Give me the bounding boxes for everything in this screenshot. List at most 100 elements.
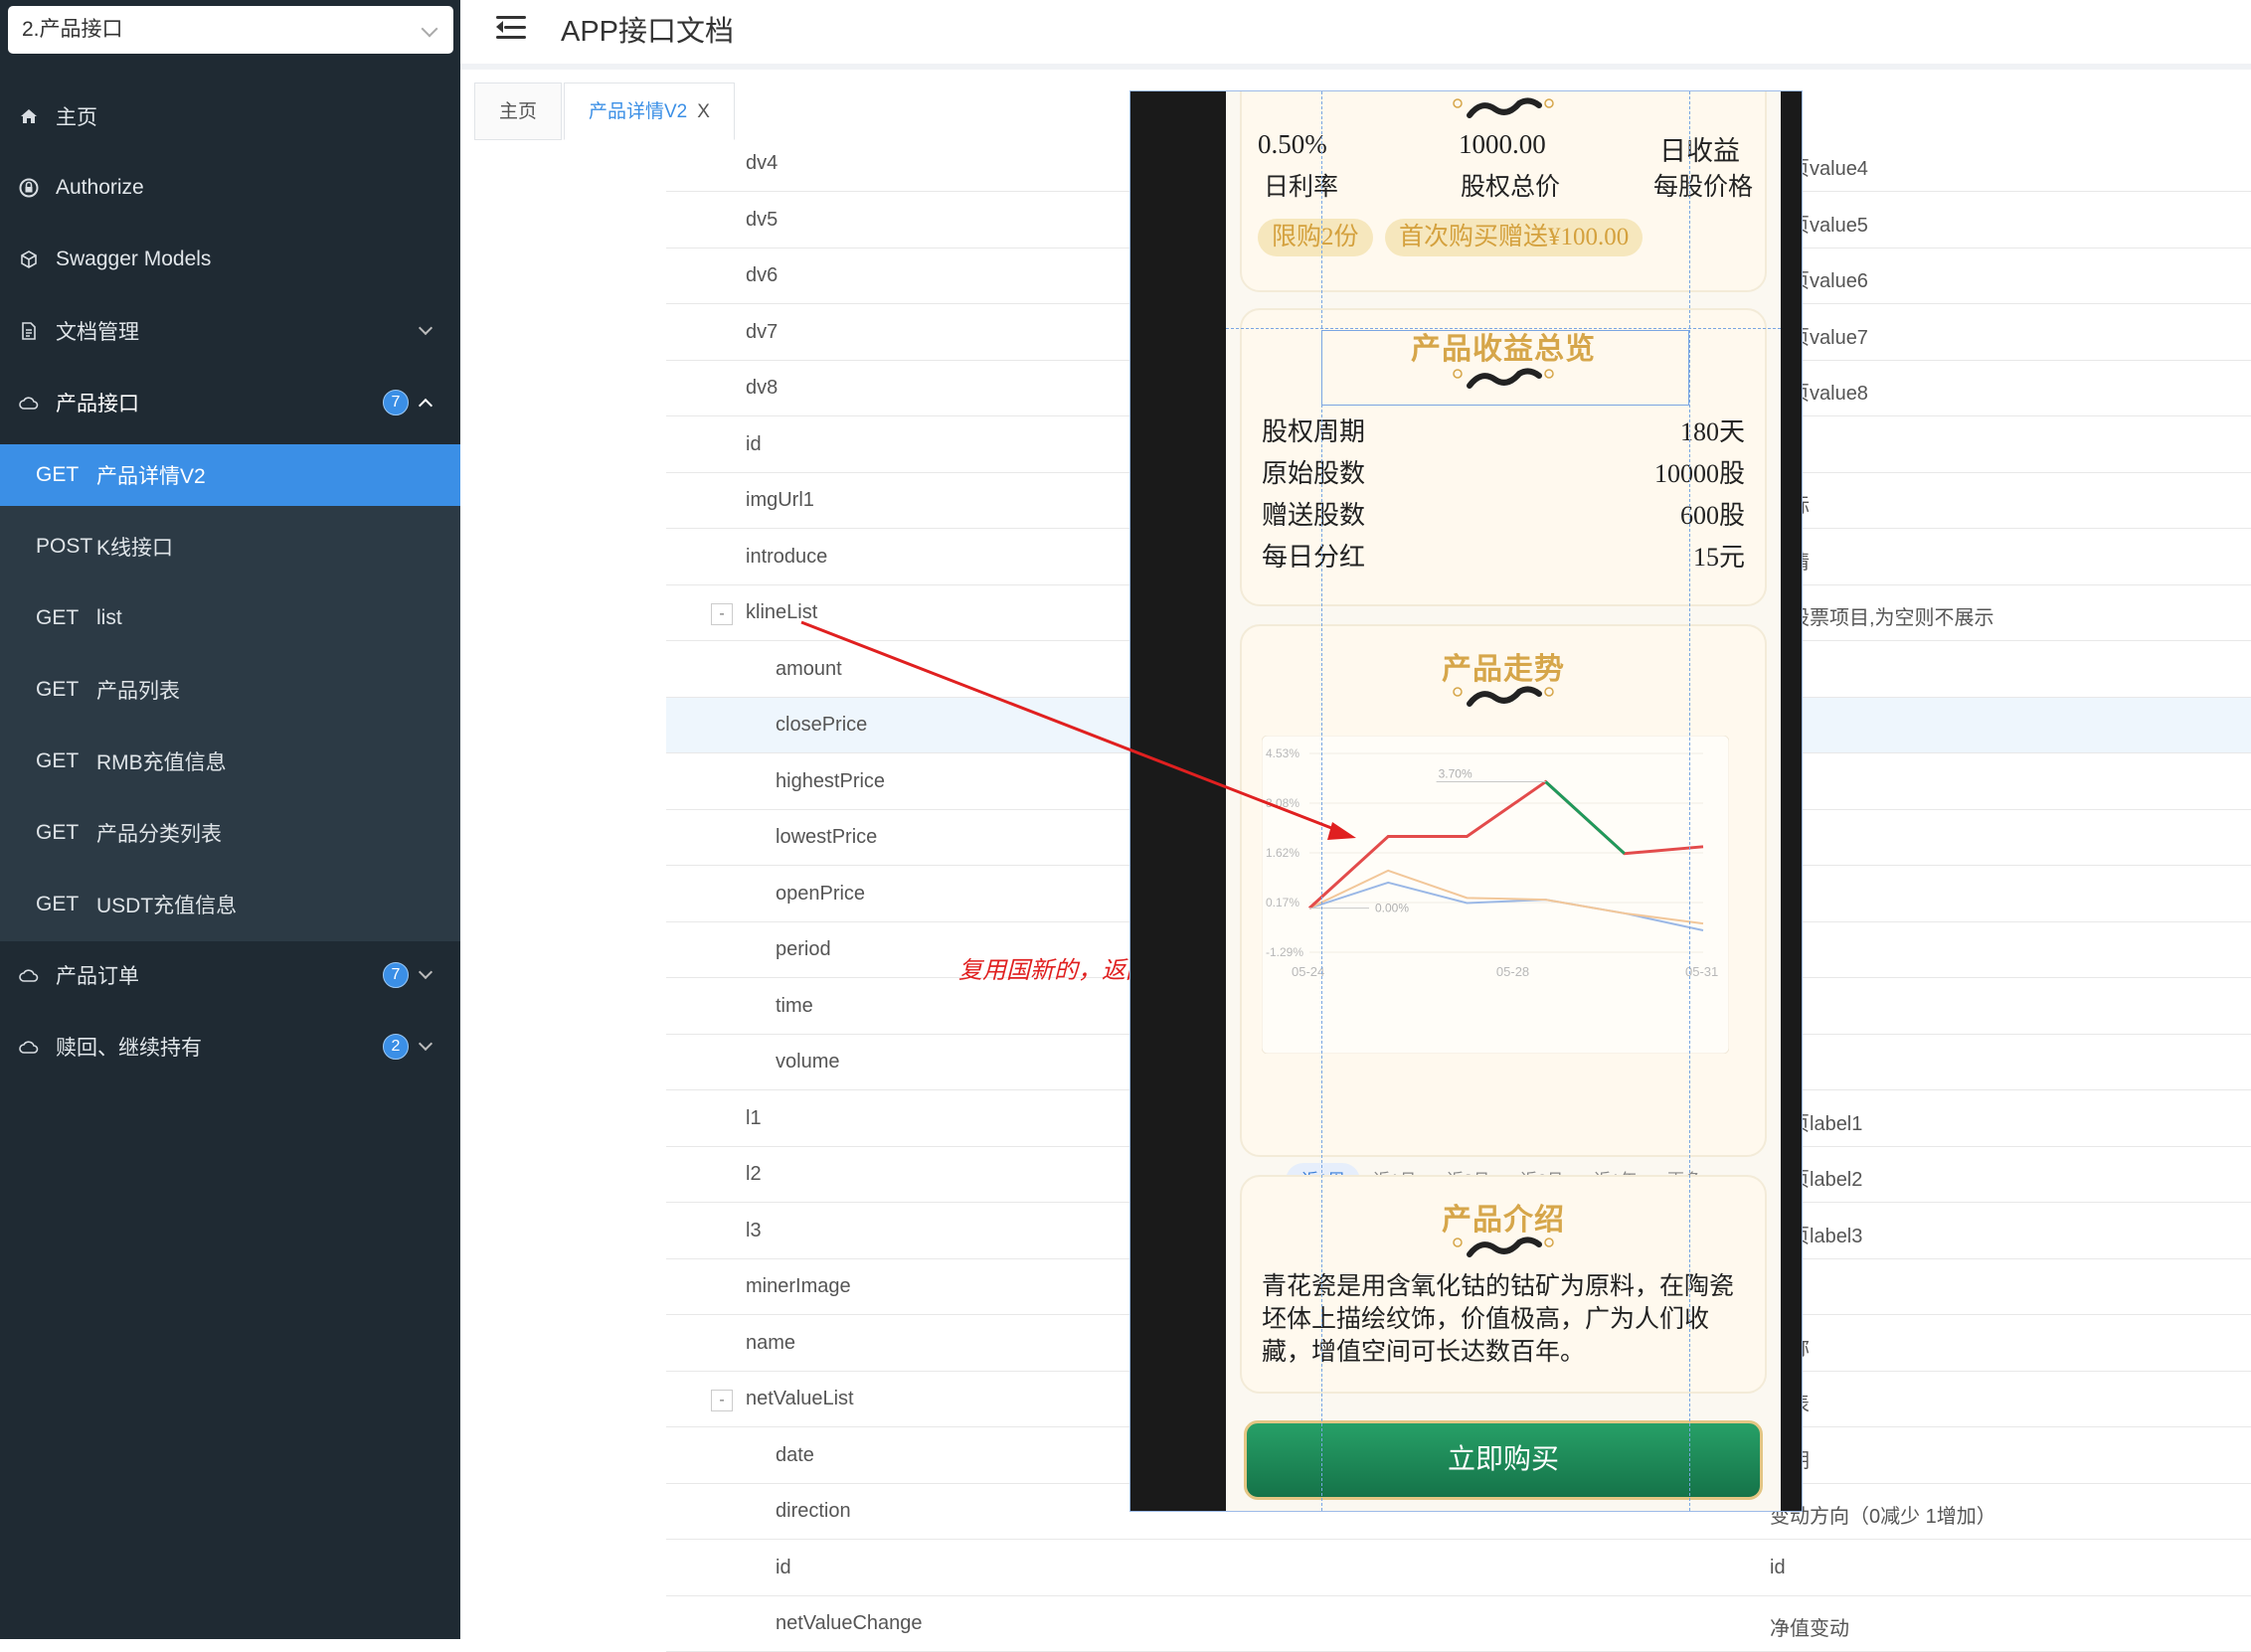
sidebar-item-home[interactable]: 主页 <box>0 81 460 152</box>
endpoint-list[interactable]: GET list <box>0 587 460 649</box>
y-tick-label: 1.62% <box>1266 846 1299 860</box>
group-select-value: 2.产品接口 <box>22 18 123 41</box>
endpoint-product-list[interactable]: GET 产品列表 <box>0 659 460 721</box>
page-title: APP接口文档 <box>561 16 735 48</box>
chevron-down-icon <box>418 964 433 980</box>
y-tick-label: 3.08% <box>1266 796 1299 810</box>
endpoint-rmb-recharge[interactable]: GET RMB充值信息 <box>0 731 460 792</box>
param-name: date <box>776 1443 814 1466</box>
param-name: amount <box>776 657 842 680</box>
sidebar-item-swagger-models[interactable]: Swagger Models <box>0 224 460 295</box>
param-name: klineList <box>746 601 818 623</box>
endpoint-label: K线接口 <box>96 537 174 560</box>
param-name: netValueChange <box>776 1612 923 1634</box>
menu-collapse-icon[interactable] <box>496 16 526 40</box>
param-name: minerImage <box>746 1275 851 1297</box>
param-description: 变动方向（0减少 1增加） <box>1770 1506 1996 1528</box>
http-method: GET <box>36 463 80 486</box>
overview-key: 每日分红 <box>1262 543 1366 572</box>
first-purchase-bonus-pill: 首次购买赠送¥100.00 <box>1385 219 1644 256</box>
ink-ornament-icon <box>1453 686 1554 707</box>
sidebar-item-authorize[interactable]: Authorize <box>0 152 460 224</box>
tab-product-detail-v2[interactable]: 产品详情V2 X <box>564 83 735 140</box>
sidebar-item-redeem[interactable]: 赎回、继续持有 2 <box>0 1011 460 1082</box>
tab-label: 主页 <box>499 101 538 122</box>
chart-background <box>1262 736 1729 1054</box>
param-description: 同股票项目,为空则不展示 <box>1770 607 1994 629</box>
overview-value: 15元 <box>1692 543 1745 572</box>
http-method: GET <box>36 893 80 915</box>
collapse-toggle[interactable]: - <box>711 603 733 625</box>
y-tick-label: -1.29% <box>1266 945 1303 959</box>
chevron-up-icon <box>418 398 433 413</box>
tab-label: 产品详情V2 <box>589 101 688 122</box>
param-name: id <box>746 432 762 455</box>
home-icon <box>16 103 42 129</box>
param-name: dv7 <box>746 320 779 343</box>
y-tick-label: 4.53% <box>1266 746 1299 760</box>
stats-card: 0.50% 日利率 1000.00 股权总价 日收益 每股价格 限购2份 首次购… <box>1240 91 1767 292</box>
chevron-down-icon <box>418 1036 433 1052</box>
purchase-limit-pill: 限购2份 <box>1258 219 1373 256</box>
param-name: time <box>776 994 813 1017</box>
stat-value: 1000.00 <box>1459 129 1546 159</box>
guide-line <box>1689 91 1690 1511</box>
x-tick-label: 05-24 <box>1292 964 1324 979</box>
sidebar-item-product-orders[interactable]: 产品订单 7 <box>0 939 460 1011</box>
group-select[interactable]: 2.产品接口 <box>8 6 453 54</box>
http-method: GET <box>36 821 80 844</box>
chevron-down-icon <box>421 20 438 38</box>
trend-chart: 4.53%3.08%1.62%0.17%-1.29%05-24 05-28 05-3… <box>1262 736 1729 1054</box>
param-name: id <box>776 1556 791 1578</box>
param-description: id <box>1770 1556 1786 1578</box>
lock-icon <box>16 175 42 201</box>
param-name: dv8 <box>746 377 779 399</box>
stat-value: 日收益 <box>1659 136 1740 166</box>
intro-text: 青花瓷是用含氧化钴的钴矿为原料，在陶瓷坯体上描绘纹饰，价值极高，广为人们收藏，增… <box>1262 1273 1735 1366</box>
http-method: GET <box>36 606 80 629</box>
endpoint-kline[interactable]: POST K线接口 <box>0 516 460 578</box>
overview-key: 原始股数 <box>1262 459 1366 488</box>
count-badge: 7 <box>383 962 409 988</box>
cloud-icon <box>16 962 42 988</box>
sidebar-item-label: Swagger Models <box>56 248 212 270</box>
param-name: closePrice <box>776 714 868 736</box>
param-name: dv5 <box>746 208 779 231</box>
stat-label: 日利率 <box>1264 174 1339 201</box>
endpoint-usdt-recharge[interactable]: GET USDT充值信息 <box>0 874 460 935</box>
param-name: l2 <box>746 1163 762 1185</box>
http-method: POST <box>36 535 93 558</box>
sidebar-item-product-api[interactable]: 产品接口 7 <box>0 367 460 438</box>
count-badge: 2 <box>383 1034 409 1060</box>
ink-ornament-icon <box>1453 97 1554 118</box>
endpoint-label: 产品列表 <box>96 680 180 703</box>
param-row: id id <box>666 1541 2251 1596</box>
http-method: GET <box>36 749 80 772</box>
param-name: dv4 <box>746 152 779 174</box>
data-label: 3.70% <box>1439 767 1472 781</box>
data-label: 0.00% <box>1375 902 1409 915</box>
guide-line <box>1226 328 1781 329</box>
sidebar-item-doc-management[interactable]: 文档管理 <box>0 295 460 367</box>
overview-key: 股权周期 <box>1262 417 1366 446</box>
endpoint-product-detail-v2[interactable]: GET 产品详情V2 <box>0 444 460 506</box>
param-name: name <box>746 1331 796 1354</box>
phone-screen: 0.50% 日利率 1000.00 股权总价 日收益 每股价格 限购2份 首次购… <box>1226 91 1781 1511</box>
ink-ornament-icon <box>1453 1237 1554 1257</box>
overview-value: 10000股 <box>1653 459 1745 488</box>
sidebar-item-label: 赎回、继续持有 <box>56 1037 202 1060</box>
param-name: l3 <box>746 1219 762 1241</box>
document-icon <box>16 318 42 344</box>
sidebar-item-label: 文档管理 <box>56 321 139 344</box>
param-name: dv6 <box>746 264 779 286</box>
cloud-icon <box>16 390 42 415</box>
endpoint-product-category-list[interactable]: GET 产品分类列表 <box>0 802 460 864</box>
overview-key: 赠送股数 <box>1262 501 1366 530</box>
endpoint-label: 产品分类列表 <box>96 823 222 846</box>
tab-home[interactable]: 主页 <box>474 83 563 140</box>
intro-card: 产品介绍 青花瓷是用含氧化钴的钴矿为原料，在陶瓷坯体上描绘纹饰，价值极高，广为人… <box>1240 1175 1767 1394</box>
close-icon[interactable]: X <box>697 101 710 122</box>
collapse-toggle[interactable]: - <box>711 1390 733 1411</box>
phone-preview: 0.50% 日利率 1000.00 股权总价 日收益 每股价格 限购2份 首次购… <box>1129 90 1803 1512</box>
stat-label: 每股价格 <box>1653 174 1754 201</box>
